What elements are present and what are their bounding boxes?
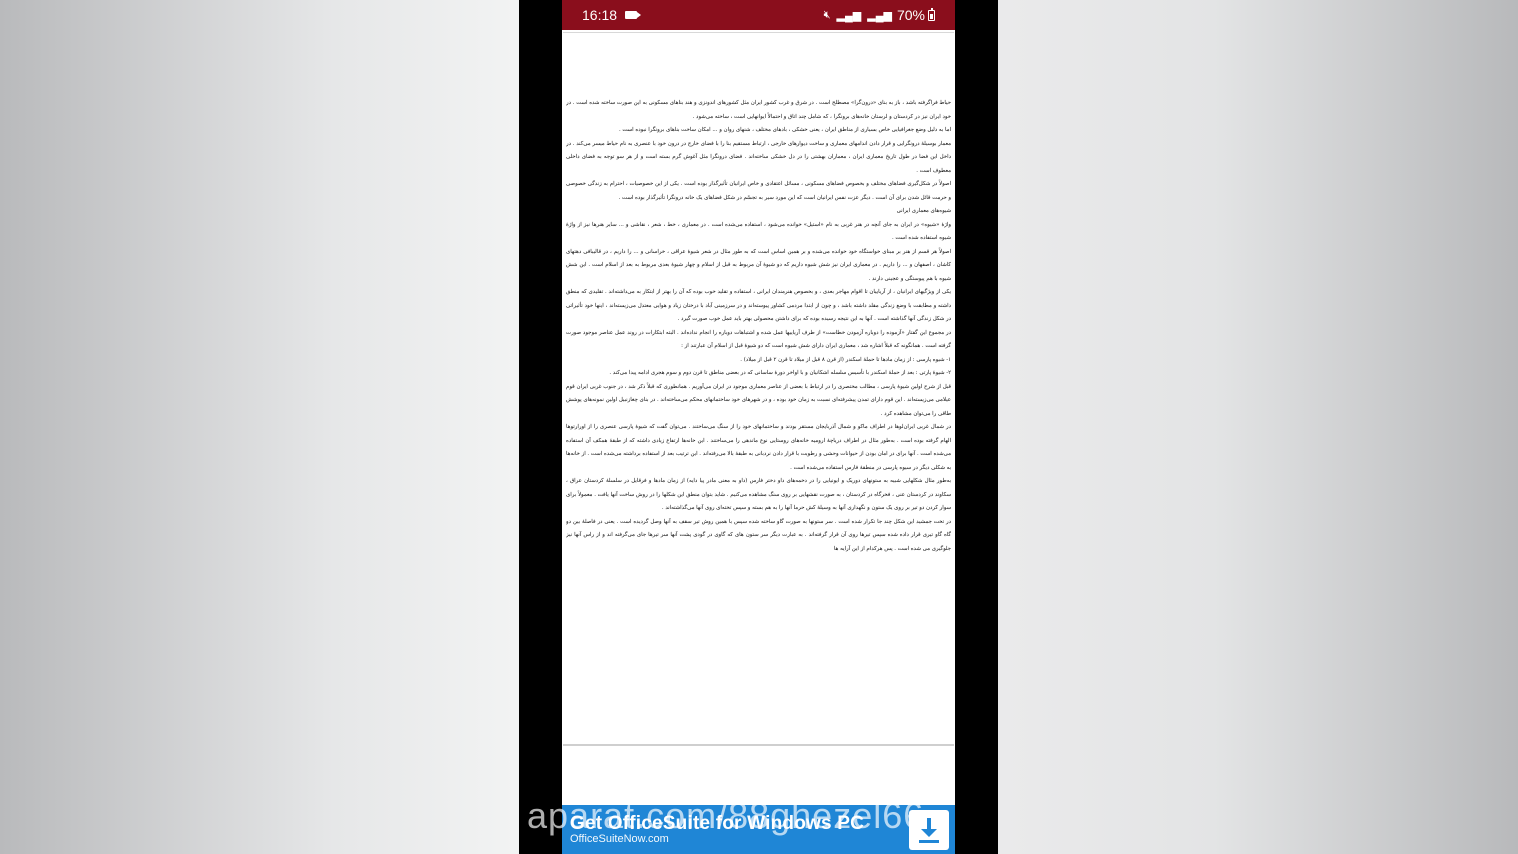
watermark: aparat.com/88ghezel66 [527, 795, 925, 836]
doc-paragraph: در تخت جمشید این شکل چند جا تکرار شده اس… [566, 518, 951, 552]
doc-paragraph: در مجموع این گفتار «آزموده را دوباره آزم… [566, 329, 951, 350]
doc-paragraph: در شمال غربی ایران‌لوها در اطراف ماکو و … [566, 424, 951, 471]
document-text: حیاط فراگرفته باشد ، باز به بنای «درون‌گ… [566, 97, 951, 709]
battery-percent: 70% [896, 7, 925, 23]
battery-charging-icon [928, 7, 935, 21]
doc-paragraph: اصولاً در شکل‌گیری فضاهای مختلف و بخصوص … [566, 181, 951, 201]
doc-paragraph: حیاط فراگرفته باشد ، باز به بنای «درون‌گ… [566, 100, 951, 120]
document-page[interactable]: حیاط فراگرفته باشد ، باز به بنای «درون‌گ… [563, 32, 954, 746]
signal-icon: ▂▄▆ [836, 9, 862, 22]
doc-paragraph: قبل از شرح اولین شیوهٔ پارسی ، مطالب مخت… [566, 383, 951, 417]
doc-paragraph: اما به دلیل وضع جغرافیایی خاص بسیاری از … [618, 127, 951, 133]
mute-icon: 🔇︎ [823, 8, 831, 21]
doc-list-item: ۱- شیوه پارسی : از زمان مادها تا حملهٔ ا… [740, 356, 951, 363]
doc-paragraph: واژهٔ «شیوه» در ایران به جای آنچه در هنر… [566, 221, 951, 242]
video-camera-icon [625, 11, 642, 19]
doc-list-item: ۲- شیوهٔ پارتی : بعد از حملهٔ اسکندر با … [609, 370, 951, 376]
status-time: 16:18 [582, 7, 618, 23]
doc-paragraph: به‌طور مثال شکلهایی شبیه به ستونهای دوری… [566, 478, 951, 511]
signal-icon: ▂▄▆ [867, 9, 892, 22]
doc-heading: شیوه‌های معماری ایرانی [896, 208, 951, 214]
download-arrow-base [919, 840, 939, 843]
doc-paragraph: یکی از ویژگیهای ایرانیان ، از آریاییان ت… [566, 289, 951, 322]
doc-paragraph: اصولاً هر قسم از هنر بر مبنای خواستگاه خ… [566, 248, 951, 282]
status-bar: 16:18 🔇︎ ▂▄▆ ▂▄▆ 70% [562, 0, 955, 30]
document-view[interactable]: حیاط فراگرفته باشد ، باز به بنای «درون‌گ… [562, 30, 955, 854]
doc-paragraph: معمار بوسیلهٔ درونگرایی و قرار دادن اندا… [566, 140, 951, 174]
